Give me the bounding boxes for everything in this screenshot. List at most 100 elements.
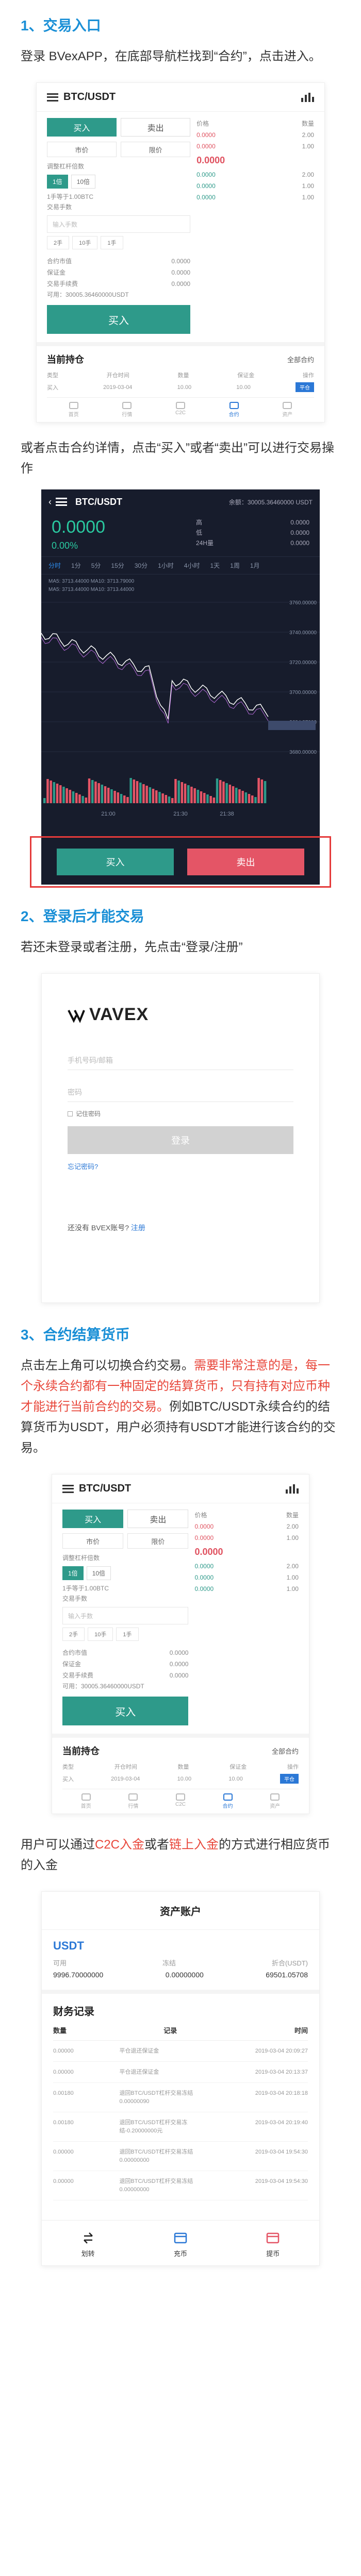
- sell-tab[interactable]: 卖出: [127, 1510, 189, 1528]
- leverage-1x[interactable]: 1倍: [62, 1566, 84, 1580]
- contract-detail-screen: ‹ BTC/USDT 余额：30005.36460000 USDT 0.0000…: [30, 489, 331, 888]
- remember-label: 记住密码: [76, 1110, 101, 1117]
- pair-title[interactable]: BTC/USDT: [79, 1483, 131, 1495]
- volume-bar: [206, 794, 209, 803]
- tab-market[interactable]: 行情: [122, 402, 132, 418]
- leverage-10x[interactable]: 10倍: [86, 1566, 111, 1580]
- y-tick-label: 3760.00000: [289, 600, 317, 606]
- volume-bar: [145, 786, 148, 803]
- qty-preset[interactable]: 2手: [62, 1628, 85, 1641]
- record-cell: 0.00000: [53, 2178, 74, 2184]
- sell-tab[interactable]: 卖出: [121, 118, 191, 137]
- login-button[interactable]: 登录: [68, 1126, 293, 1154]
- tab-c2c[interactable]: C2C: [175, 1793, 186, 1809]
- limit-type[interactable]: 限价: [121, 142, 191, 157]
- records-header: 时间: [294, 2027, 308, 2035]
- leverage-10x[interactable]: 10倍: [71, 175, 96, 189]
- qty-preset[interactable]: 1手: [116, 1628, 139, 1641]
- pair-title[interactable]: BTC/USDT: [63, 91, 116, 103]
- stat-value: 0.0000: [290, 539, 309, 547]
- tab-contract[interactable]: 合约: [229, 402, 239, 418]
- remember-checkbox[interactable]: [68, 1111, 73, 1116]
- chart-icon[interactable]: [301, 92, 314, 102]
- chart-period-tab[interactable]: 5分: [91, 561, 101, 570]
- section2-para: 若还未登录或者注册，先点击“登录/注册”: [21, 940, 243, 954]
- close-position-button[interactable]: 平仓: [280, 1774, 299, 1784]
- register-link[interactable]: 注册: [131, 1224, 145, 1232]
- limit-type[interactable]: 限价: [127, 1533, 189, 1549]
- qty-input[interactable]: 输入手数: [62, 1607, 189, 1624]
- qty-preset[interactable]: 10手: [72, 236, 98, 249]
- tab-assets[interactable]: 资产: [282, 402, 292, 418]
- all-contracts-link[interactable]: 全部合约: [272, 1746, 299, 1756]
- section2-title: 2、登录后才能交易: [21, 908, 144, 924]
- qty-preset[interactable]: 10手: [88, 1628, 113, 1641]
- all-contracts-link[interactable]: 全部合约: [287, 354, 314, 364]
- qty-input[interactable]: 输入手数: [47, 215, 191, 233]
- menu-icon[interactable]: [62, 1484, 74, 1493]
- records-header: 数量: [53, 2027, 67, 2035]
- volume-bar: [107, 788, 110, 803]
- market-type[interactable]: 市价: [47, 142, 117, 157]
- tab-contract[interactable]: 合约: [223, 1793, 233, 1809]
- market-type[interactable]: 市价: [62, 1533, 124, 1549]
- qty-preset[interactable]: 2手: [47, 236, 70, 249]
- deposit-button[interactable]: 充币: [173, 2231, 188, 2258]
- password-input[interactable]: 密码: [68, 1077, 293, 1102]
- chart-period-tab[interactable]: 4小时: [184, 561, 200, 570]
- chart-period-tab[interactable]: 1月: [250, 561, 260, 570]
- volume-bar: [264, 781, 267, 803]
- transfer-button[interactable]: 划转: [81, 2231, 95, 2258]
- onchain-deposit-link[interactable]: 链上入金: [169, 1838, 219, 1852]
- chart-period-tab[interactable]: 分时: [48, 561, 61, 570]
- pair-title[interactable]: BTC/USDT: [75, 497, 122, 507]
- chart-period-tab[interactable]: 1分: [71, 561, 81, 570]
- volume-bar: [238, 789, 241, 803]
- lot-note: 1手等于1.00BTC: [62, 1585, 109, 1592]
- ma-line: MA5: 3713.44000 MA10: 3713.79000: [48, 579, 135, 584]
- trade-screen-2: BTC/USDT 买入 卖出 市价 限价 调整杠杆倍数 1倍 10倍 1手等于1…: [52, 1474, 309, 1814]
- qty-label: 交易手数: [47, 204, 72, 211]
- phone-email-input[interactable]: 手机号码/邮箱: [68, 1045, 293, 1070]
- records-header: 记录: [163, 2027, 177, 2035]
- buy-tab[interactable]: 买入: [62, 1510, 124, 1528]
- volume-bar: [235, 788, 238, 803]
- pos-val: 买入: [62, 1776, 74, 1783]
- submit-buy-button[interactable]: 买入: [47, 305, 191, 334]
- tab-market[interactable]: 行情: [128, 1793, 138, 1809]
- info-value: 0.0000: [171, 280, 191, 287]
- withdraw-button[interactable]: 提币: [266, 2231, 280, 2258]
- forgot-password-link[interactable]: 忘记密码?: [68, 1161, 293, 1171]
- chart-period-tab[interactable]: 1小时: [158, 561, 174, 570]
- chart-icon[interactable]: [286, 1484, 299, 1494]
- volume-bar: [126, 797, 129, 803]
- chart-period-tab[interactable]: 1天: [210, 561, 220, 570]
- info-value: 0.0000: [169, 1649, 189, 1656]
- record-cell: 0.00180: [53, 2120, 74, 2126]
- tab-assets[interactable]: 资产: [270, 1793, 280, 1809]
- chart-period-tab[interactable]: 30分: [135, 561, 147, 570]
- volume-bar: [228, 785, 232, 803]
- leverage-1x[interactable]: 1倍: [47, 175, 68, 189]
- volume-bar: [139, 783, 142, 803]
- menu-icon[interactable]: [56, 498, 67, 506]
- buy-tab[interactable]: 买入: [47, 118, 117, 137]
- kline-chart[interactable]: 3760.00000 3740.00000 3720.00000 3700.00000…: [41, 597, 320, 839]
- submit-buy-button[interactable]: 买入: [62, 1697, 189, 1725]
- volume-bar: [203, 793, 206, 803]
- back-icon[interactable]: ‹: [48, 497, 52, 507]
- info-label: 交易手续费: [62, 1672, 94, 1679]
- tab-home[interactable]: 首页: [81, 1793, 91, 1809]
- qty-preset[interactable]: 1手: [101, 236, 123, 249]
- c2c-deposit-link[interactable]: C2C入金: [95, 1838, 144, 1852]
- close-position-button[interactable]: 平仓: [295, 382, 314, 392]
- chart-period-tab[interactable]: 1周: [230, 561, 240, 570]
- pos-col: 开仓时间: [114, 1764, 137, 1770]
- records-title: 财务记录: [53, 2006, 94, 2018]
- last-price: 0.0000: [52, 517, 105, 537]
- menu-icon[interactable]: [47, 93, 58, 101]
- tab-home[interactable]: 首页: [69, 402, 79, 418]
- record-cell: 0.00180: [53, 2090, 74, 2096]
- chart-period-tab[interactable]: 15分: [111, 561, 124, 570]
- tab-c2c[interactable]: C2C: [175, 402, 186, 418]
